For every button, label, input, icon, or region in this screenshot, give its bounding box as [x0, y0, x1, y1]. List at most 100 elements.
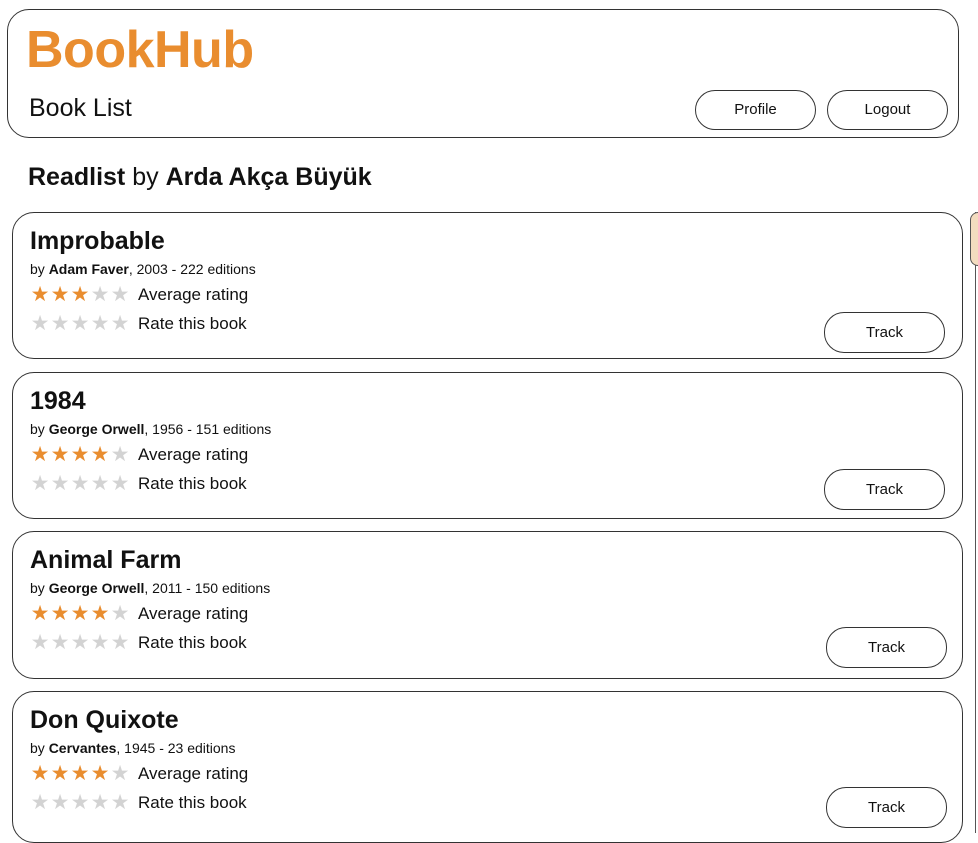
brand-logo[interactable]: BookHub	[26, 20, 254, 80]
star-icon[interactable]: ★	[110, 632, 130, 653]
star-icon[interactable]: ★	[30, 792, 50, 813]
star-icon: ★	[70, 443, 90, 466]
by-label: by	[30, 740, 45, 756]
book-author[interactable]: George Orwell	[49, 421, 145, 437]
book-details: , 1945 - 23 editions	[116, 740, 236, 756]
book-author[interactable]: Cervantes	[49, 740, 117, 756]
user-rating-stars: ★ ★ ★ ★ ★	[30, 313, 131, 334]
by-label: by	[30, 580, 45, 596]
readlist-owner: Arda Akça Büyük	[165, 163, 372, 191]
app-header: BookHub Book List Profile Logout	[7, 9, 959, 138]
rate-book-label: Rate this book	[138, 314, 247, 333]
star-icon[interactable]: ★	[70, 632, 90, 653]
user-rating-row: ★ ★ ★ ★ ★ Rate this book	[30, 791, 247, 815]
book-card: Improbable by Adam Faver, 2003 - 222 edi…	[12, 212, 963, 359]
user-rating-row: ★ ★ ★ ★ ★ Rate this book	[30, 472, 247, 496]
star-icon[interactable]: ★	[70, 792, 90, 813]
book-meta: by Cervantes, 1945 - 23 editions	[30, 739, 235, 757]
track-button[interactable]: Track	[826, 787, 947, 828]
average-rating-row: ★ ★ ★ ★ ★ Average rating	[30, 602, 249, 626]
average-rating-row: ★ ★ ★ ★ ★ Average rating	[30, 443, 249, 467]
book-meta: by Adam Faver, 2003 - 222 editions	[30, 260, 256, 278]
book-title[interactable]: Animal Farm	[30, 544, 181, 576]
track-button[interactable]: Track	[824, 469, 945, 510]
star-icon: ★	[30, 762, 50, 785]
user-rating-stars: ★ ★ ★ ★ ★	[30, 632, 131, 653]
star-icon: ★	[90, 762, 110, 785]
star-icon: ★	[50, 762, 70, 785]
book-card: 1984 by George Orwell, 1956 - 151 editio…	[12, 372, 963, 519]
star-icon[interactable]: ★	[110, 792, 130, 813]
star-icon[interactable]: ★	[50, 792, 70, 813]
average-rating-label: Average rating	[138, 604, 249, 623]
star-icon: ★	[30, 602, 50, 625]
star-icon: ★	[70, 283, 90, 306]
average-rating-stars: ★ ★ ★ ★ ★	[30, 443, 131, 466]
average-rating-stars: ★ ★ ★ ★ ★	[30, 602, 131, 625]
star-icon: ★	[50, 443, 70, 466]
star-icon[interactable]: ★	[50, 632, 70, 653]
average-rating-label: Average rating	[138, 764, 249, 783]
book-card: Don Quixote by Cervantes, 1945 - 23 edit…	[12, 691, 963, 843]
rate-book-label: Rate this book	[138, 793, 247, 812]
book-meta: by George Orwell, 1956 - 151 editions	[30, 420, 271, 438]
star-icon: ★	[70, 762, 90, 785]
star-icon: ★	[110, 443, 130, 466]
book-meta: by George Orwell, 2011 - 150 editions	[30, 579, 270, 597]
star-icon: ★	[110, 283, 130, 306]
readlist-by: by	[132, 163, 159, 191]
book-details: , 1956 - 151 editions	[144, 421, 272, 437]
readlist-heading: Readlist by Arda Akça Büyük	[28, 160, 372, 194]
star-icon[interactable]: ★	[90, 473, 110, 494]
book-title[interactable]: 1984	[30, 385, 86, 417]
star-icon: ★	[30, 283, 50, 306]
star-icon[interactable]: ★	[110, 473, 130, 494]
star-icon: ★	[50, 283, 70, 306]
book-details: , 2003 - 222 editions	[128, 261, 256, 277]
average-rating-label: Average rating	[138, 285, 249, 304]
star-icon: ★	[90, 602, 110, 625]
star-icon[interactable]: ★	[110, 313, 130, 334]
book-author[interactable]: George Orwell	[49, 580, 145, 596]
track-button[interactable]: Track	[826, 627, 947, 668]
by-label: by	[30, 261, 45, 277]
book-title[interactable]: Improbable	[30, 225, 165, 257]
star-icon: ★	[90, 443, 110, 466]
star-icon[interactable]: ★	[30, 632, 50, 653]
star-icon[interactable]: ★	[50, 313, 70, 334]
star-icon[interactable]: ★	[30, 473, 50, 494]
star-icon[interactable]: ★	[50, 473, 70, 494]
star-icon[interactable]: ★	[70, 473, 90, 494]
user-rating-row: ★ ★ ★ ★ ★ Rate this book	[30, 312, 247, 336]
logout-button[interactable]: Logout	[827, 90, 948, 130]
rate-book-label: Rate this book	[138, 474, 247, 493]
user-rating-stars: ★ ★ ★ ★ ★	[30, 792, 131, 813]
scrollbar-thumb[interactable]	[970, 212, 978, 266]
average-rating-stars: ★ ★ ★ ★ ★	[30, 762, 131, 785]
star-icon[interactable]: ★	[90, 632, 110, 653]
star-icon: ★	[110, 602, 130, 625]
user-rating-row: ★ ★ ★ ★ ★ Rate this book	[30, 631, 247, 655]
track-button[interactable]: Track	[824, 312, 945, 353]
star-icon: ★	[50, 602, 70, 625]
book-title[interactable]: Don Quixote	[30, 704, 179, 736]
star-icon[interactable]: ★	[90, 792, 110, 813]
book-author[interactable]: Adam Faver	[49, 261, 129, 277]
star-icon[interactable]: ★	[90, 313, 110, 334]
page-title: Book List	[29, 94, 132, 122]
star-icon[interactable]: ★	[30, 313, 50, 334]
average-rating-row: ★ ★ ★ ★ ★ Average rating	[30, 283, 249, 307]
rate-book-label: Rate this book	[138, 633, 247, 652]
book-details: , 2011 - 150 editions	[144, 580, 271, 596]
profile-button[interactable]: Profile	[695, 90, 816, 130]
star-icon: ★	[70, 602, 90, 625]
average-rating-label: Average rating	[138, 445, 249, 464]
average-rating-stars: ★ ★ ★ ★ ★	[30, 283, 131, 306]
star-icon: ★	[110, 762, 130, 785]
star-icon[interactable]: ★	[70, 313, 90, 334]
by-label: by	[30, 421, 45, 437]
readlist-label: Readlist	[28, 163, 126, 191]
book-card: Animal Farm by George Orwell, 2011 - 150…	[12, 531, 963, 679]
star-icon: ★	[90, 283, 110, 306]
user-rating-stars: ★ ★ ★ ★ ★	[30, 473, 131, 494]
